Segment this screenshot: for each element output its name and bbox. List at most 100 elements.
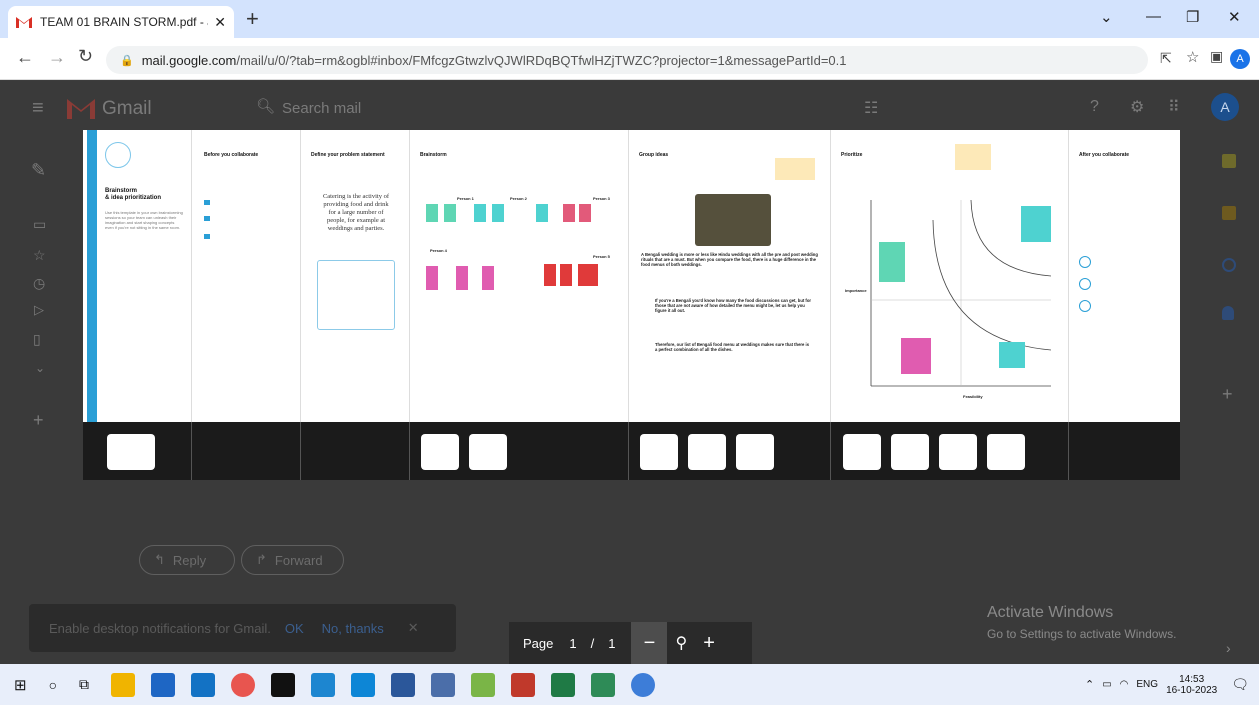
sent-icon[interactable]: ▷ <box>34 302 44 318</box>
apps-grid-icon[interactable]: ⠿ <box>1168 97 1180 117</box>
share-icon[interactable]: ⇱ <box>1160 50 1172 67</box>
prioritize-title: Prioritize <box>841 152 863 158</box>
page-current[interactable]: 1 <box>569 636 576 651</box>
bookmark-star-icon[interactable]: ☆ <box>1186 48 1199 66</box>
new-tab-button[interactable]: + <box>246 6 259 32</box>
food-photo <box>695 194 771 246</box>
inbox-icon[interactable]: ▭ <box>33 216 46 233</box>
doc-section-intro: Brainstorm & idea prioritization Use thi… <box>83 130 192 422</box>
tray-thumbnail <box>688 434 726 470</box>
wifi-icon[interactable]: ◠ <box>1120 679 1129 690</box>
excel-icon[interactable] <box>551 672 576 697</box>
minimize-button[interactable]: — <box>1146 8 1161 25</box>
chrome-profile-icon[interactable] <box>631 672 656 697</box>
more-chevron-icon[interactable]: ⌄ <box>35 361 45 375</box>
section-sidebar-bar <box>87 130 97 422</box>
contacts-icon[interactable] <box>1222 306 1234 320</box>
reload-icon[interactable]: ↻ <box>78 46 93 67</box>
zoom-in-button[interactable]: + <box>703 632 715 655</box>
netflix-icon[interactable] <box>271 672 296 697</box>
brainstorm-section-title: Brainstorm <box>420 152 447 158</box>
tray-chevron-icon[interactable]: ⌃ <box>1085 678 1094 691</box>
notification-close-icon[interactable]: ✕ <box>408 620 419 636</box>
mail-icon[interactable] <box>191 672 216 697</box>
tray-thumbnail <box>843 434 881 470</box>
back-arrow-icon[interactable]: ← <box>16 47 34 68</box>
notification-no-thanks-button[interactable]: No, thanks <box>322 621 384 636</box>
page-separator: / <box>590 635 595 651</box>
intro-body: Use this template in your own brainstorm… <box>105 210 183 230</box>
drafts-icon[interactable]: ▯ <box>33 331 41 348</box>
forward-arrow-icon[interactable]: → <box>48 47 66 68</box>
zoom-out-button[interactable]: − <box>631 622 668 664</box>
pdf-page-strip[interactable]: Brainstorm & idea prioritization Use thi… <box>83 130 1180 480</box>
tab-close-icon[interactable]: ✕ <box>214 14 226 31</box>
snoozed-clock-icon[interactable]: ◷ <box>33 275 45 292</box>
feasibility-axis-label: Feasibility <box>963 394 983 399</box>
activate-windows-title: Activate Windows <box>987 604 1114 621</box>
zoom-icon[interactable]: ⚲ <box>675 633 687 653</box>
reply-label: Reply <box>172 552 207 568</box>
checkbox-icon <box>204 200 210 205</box>
next-arrow-icon[interactable]: › <box>1226 640 1231 656</box>
language-indicator[interactable]: ENG <box>1136 679 1158 690</box>
doc-section-after: After you collaborate <box>1069 130 1180 422</box>
prime-video-icon[interactable] <box>351 672 376 697</box>
doc-section-group: Group ideas A Bengali wedding is more or… <box>629 130 831 422</box>
help-icon[interactable]: ? <box>1090 98 1099 116</box>
reply-button[interactable]: ↰ Reply <box>139 545 235 575</box>
word-icon[interactable] <box>391 672 416 697</box>
tray-thumbnail <box>421 434 459 470</box>
calendar-icon[interactable] <box>1222 154 1236 168</box>
app-icon[interactable] <box>431 672 456 697</box>
account-avatar[interactable]: A <box>1211 93 1239 121</box>
starred-icon[interactable]: ☆ <box>33 247 46 264</box>
tray-thumbnail <box>107 434 155 470</box>
forward-button[interactable]: ↱ Forward <box>241 545 344 575</box>
notification-banner: Enable desktop notifications for Gmail. … <box>29 604 456 652</box>
chrome-icon[interactable] <box>231 672 256 697</box>
tasks-icon[interactable] <box>1222 258 1236 272</box>
profile-avatar[interactable]: A <box>1230 49 1250 69</box>
compose-pencil-icon[interactable]: ✎ <box>31 160 46 181</box>
notifications-icon[interactable]: 🗨 <box>1231 676 1249 693</box>
restore-button[interactable]: ❐ <box>1186 8 1199 26</box>
settings-gear-icon[interactable]: ⚙ <box>1130 97 1144 117</box>
tray-before <box>192 422 301 480</box>
task-view-icon[interactable]: ⧉ <box>79 676 89 693</box>
activate-windows-subtitle: Go to Settings to activate Windows. <box>987 627 1177 641</box>
add-label-icon[interactable]: + <box>33 410 44 431</box>
publisher-icon[interactable] <box>591 672 616 697</box>
side-panel-icon[interactable]: ▣ <box>1210 48 1223 65</box>
tray-thumbnail <box>891 434 929 470</box>
person2-label: Person 2 <box>510 196 527 201</box>
search-icon[interactable]: 🔍︎ <box>256 97 275 115</box>
sticky-note <box>426 266 438 290</box>
battery-icon[interactable]: ▭ <box>1102 679 1111 690</box>
before-collab-title: Before you collaborate <box>204 152 259 158</box>
search-options-icon[interactable]: ☷ <box>864 98 878 118</box>
keep-icon[interactable] <box>1222 206 1236 220</box>
start-windows-icon[interactable]: ⊞ <box>14 676 27 694</box>
close-window-button[interactable]: ✕ <box>1228 8 1241 26</box>
paint-icon[interactable] <box>471 672 496 697</box>
get-addons-icon[interactable]: + <box>1222 384 1233 405</box>
address-bar[interactable]: 🔒 mail.google.com /mail/u/0/?tab=rm&ogbl… <box>106 46 1148 74</box>
doc-section-brainstorm: Brainstorm Person 1 Person 2 Person 3 Pe… <box>410 130 629 422</box>
sticky-note <box>578 264 598 286</box>
store-icon[interactable] <box>151 672 176 697</box>
tab-search-icon[interactable]: ⌄ <box>1100 8 1113 26</box>
main-menu-icon[interactable]: ≡ <box>32 97 44 120</box>
search-circle-icon[interactable]: ○ <box>49 677 57 693</box>
file-explorer-icon[interactable] <box>111 672 136 697</box>
browser-tab[interactable]: TEAM 01 BRAIN STORM.pdf - as ✕ <box>8 6 234 38</box>
calendar-app-icon[interactable] <box>311 672 336 697</box>
powerpoint-icon[interactable] <box>511 672 536 697</box>
forward-arrow-icon: ↱ <box>256 552 267 567</box>
system-tray: ⌃ ▭ ◠ ENG 14:53 16-10-2023 🗨 <box>1085 664 1249 705</box>
tray-thumbnail <box>469 434 507 470</box>
search-input[interactable]: Search mail <box>282 100 361 117</box>
clock[interactable]: 14:53 16-10-2023 <box>1166 674 1217 696</box>
doc-section-before: Before you collaborate <box>192 130 301 422</box>
notification-ok-button[interactable]: OK <box>285 621 304 636</box>
